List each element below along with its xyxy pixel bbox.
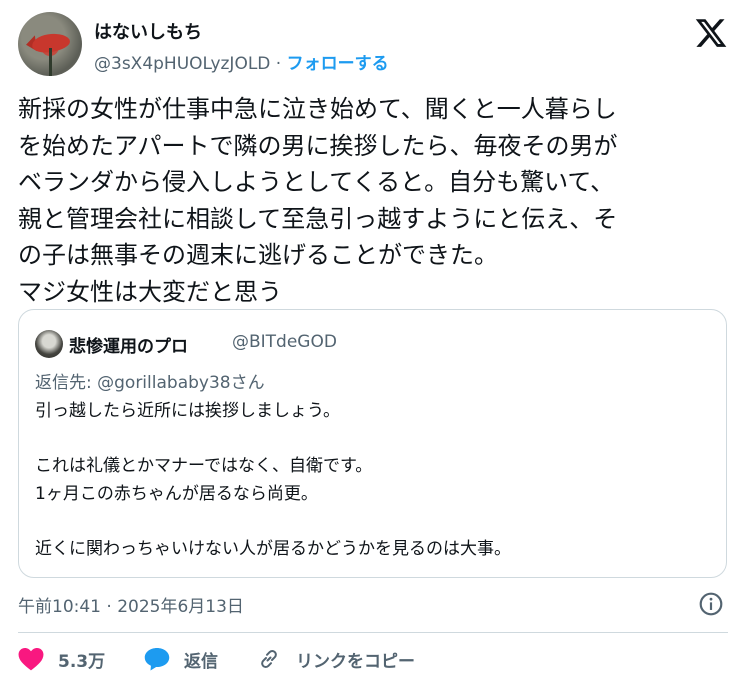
- quoted-reply-to: 返信先: @gorillababy38さん: [35, 373, 265, 393]
- tweet-text-line: ベランダから侵入しようとしてくると。自分も驚いて、: [18, 168, 615, 196]
- tweet-text-line: を始めたアパートで隣の男に挨拶したら、毎夜その男が: [18, 131, 618, 160]
- quoted-text-line: 引っ越したら近所には挨拶しましょう。: [35, 401, 340, 421]
- reply-button[interactable]: 返信: [144, 645, 218, 673]
- tweet-text-line: 親と管理会社に相談して至急引っ越すようにと伝え、そ: [18, 204, 618, 233]
- quoted-author-name: 悲惨運用のプロ: [69, 337, 188, 357]
- quoted-author-handle: @BITdeGOD: [232, 332, 337, 352]
- tweet-timestamp[interactable]: 午前10:41 · 2025年6月13日: [18, 592, 244, 617]
- reply-label: 返信: [184, 651, 218, 672]
- info-icon[interactable]: [698, 591, 724, 617]
- speech-bubble-icon: [144, 647, 170, 671]
- tweet-text: 新採の女性が仕事中急に泣き始めて、聞くと一人暮らし を始めたアパートで隣の男に挨…: [18, 91, 728, 310]
- tweet-text-line: マジ女性は大変だと思う: [18, 277, 282, 306]
- author-handle[interactable]: @3sX4pHUOLyzJOLD: [94, 54, 270, 74]
- link-icon: [261, 650, 277, 668]
- x-logo-icon[interactable]: [694, 16, 728, 50]
- avatar-stick: [49, 48, 52, 76]
- quoted-text-line: [35, 426, 511, 454]
- tweet-header: はないしもち @3sX4pHUOLyzJOLD · フォローする: [18, 12, 728, 80]
- tweet-text-line: の子は無事その週末に逃げることができた。: [18, 241, 498, 269]
- handle-separator: ·: [270, 54, 287, 74]
- quoted-text-line: 1ヶ月この赤ちゃんが居るなら尚更。: [35, 483, 318, 504]
- author-avatar[interactable]: [18, 12, 82, 76]
- quoted-author-avatar: [35, 330, 63, 358]
- quoted-text-line: これは礼儀とかマナーではなく、自衛です。: [35, 456, 373, 476]
- copy-link-button[interactable]: リンクをコピー: [256, 645, 415, 673]
- quoted-text-line: 近くに関わっちゃいけない人が居るかどうかを見るのは大事。: [35, 538, 511, 559]
- action-bar: 5.3万 返信 リンクをコピー: [18, 645, 728, 673]
- author-handle-row: @3sX4pHUOLyzJOLD · フォローする: [94, 49, 389, 74]
- quoted-tweet-card[interactable]: 悲惨運用のプロ @BITdeGOD 返信先: @gorillababy38さん …: [18, 309, 727, 578]
- copy-link-label: リンクをコピー: [296, 651, 415, 672]
- heart-icon: [18, 647, 44, 671]
- like-button[interactable]: 5.3万: [18, 645, 105, 673]
- like-count: 5.3万: [58, 651, 106, 672]
- quoted-tweet-text: 引っ越したら近所には挨拶しましょう。 これは礼儀とかマナーではなく、自衛です。 …: [35, 398, 511, 563]
- actions-divider: [18, 632, 728, 633]
- author-display-name[interactable]: はないしもち: [94, 18, 202, 44]
- follow-button[interactable]: フォローする: [287, 54, 389, 74]
- tweet-text-line: 新採の女性が仕事中急に泣き始めて、聞くと一人暮らし: [18, 95, 617, 123]
- quoted-text-line: [35, 508, 511, 536]
